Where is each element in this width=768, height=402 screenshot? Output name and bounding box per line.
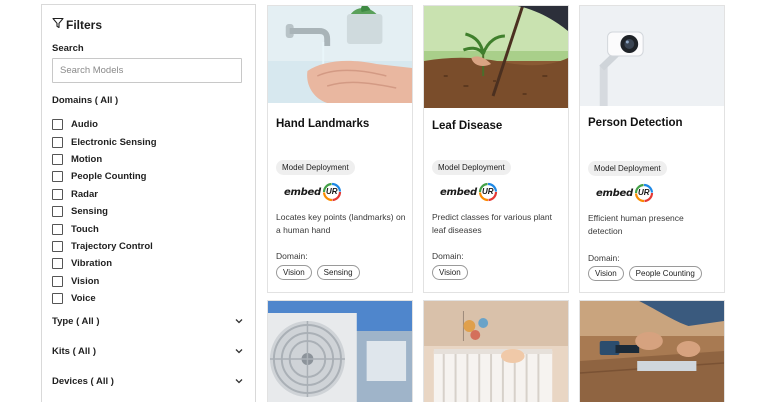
checkbox[interactable]	[52, 171, 63, 183]
card-image-power-tool	[580, 301, 724, 402]
checkbox[interactable]	[52, 119, 63, 131]
devices-filter-label: Devices ( All )	[52, 375, 114, 387]
card-description: Efficient human presence detection	[588, 213, 684, 236]
chevron-down-icon	[234, 376, 244, 386]
logo-ring-icon: UR	[478, 182, 498, 202]
card-image-security-camera	[580, 6, 724, 106]
domain-label: Domain:	[432, 251, 464, 261]
domain-filter-label: Radar	[71, 188, 98, 200]
domain-filter-list: Audio Electronic Sensing Motion People C…	[52, 116, 157, 307]
domain-filter-trajectory-control[interactable]: Trajectory Control	[52, 238, 157, 255]
domains-heading: Domains ( All )	[52, 95, 119, 106]
embedur-logo: embed UR	[440, 182, 498, 202]
domain-label: Domain:	[276, 251, 308, 261]
logo-wordmark: embed	[284, 186, 321, 198]
search-label: Search	[52, 43, 84, 54]
checkbox[interactable]	[52, 153, 63, 165]
deployment-tag: Model Deployment	[276, 160, 355, 175]
checkbox[interactable]	[52, 206, 63, 218]
filter-icon	[52, 17, 64, 32]
card-image-hands-washing	[268, 6, 412, 103]
domain-filter-label: Touch	[71, 223, 99, 235]
domain-filter-label: Vibration	[71, 258, 112, 270]
card-image-baby-crib	[424, 301, 568, 402]
checkbox[interactable]	[52, 136, 63, 148]
logo-ring-icon: UR	[634, 183, 654, 203]
model-card-person-detection[interactable]: Person Detection Model Deployment embed …	[579, 5, 725, 293]
embedur-logo: embed UR	[284, 182, 342, 202]
checkbox[interactable]	[52, 240, 63, 252]
domain-chip-vision[interactable]: Vision	[276, 265, 312, 280]
logo-wordmark: embed	[440, 186, 477, 198]
card-image-ac-unit	[268, 301, 412, 402]
kits-filter-toggle[interactable]: Kits ( All )	[52, 343, 244, 359]
deployment-tag: Model Deployment	[588, 161, 667, 176]
domain-label: Domain:	[588, 253, 620, 263]
checkbox[interactable]	[52, 275, 63, 287]
domain-chips: Vision	[432, 265, 468, 280]
card-description: Predict classes for various plant leaf d…	[432, 212, 552, 235]
domain-chip-vision[interactable]: Vision	[432, 265, 468, 280]
domain-filter-radar[interactable]: Radar	[52, 186, 157, 203]
checkbox[interactable]	[52, 258, 63, 270]
logo-mark-text: UR	[638, 188, 650, 197]
domain-filter-touch[interactable]: Touch	[52, 220, 157, 237]
model-card-tool-usage[interactable]	[579, 300, 725, 402]
domain-filter-label: People Counting	[71, 171, 147, 183]
domain-filter-label: Vision	[71, 275, 100, 287]
domain-filter-motion[interactable]: Motion	[52, 151, 157, 168]
domain-chip-vision[interactable]: Vision	[588, 266, 624, 281]
domain-filter-label: Electronic Sensing	[71, 136, 157, 148]
logo-wordmark: embed	[596, 187, 633, 199]
card-title[interactable]: Leaf Disease	[432, 120, 502, 132]
search-input[interactable]	[52, 58, 242, 83]
filters-title-text: Filters	[66, 17, 103, 32]
domain-filter-sensing[interactable]: Sensing	[52, 203, 157, 220]
deployment-tag: Model Deployment	[432, 160, 511, 175]
domain-chip-people-counting[interactable]: People Counting	[628, 266, 702, 281]
logo-mark-text: UR	[482, 187, 494, 196]
kits-filter-label: Kits ( All )	[52, 345, 96, 357]
type-filter-toggle[interactable]: Type ( All )	[52, 313, 244, 329]
logo-ring-icon: UR	[322, 182, 342, 202]
type-filter-label: Type ( All )	[52, 315, 100, 327]
domain-filter-label: Trajectory Control	[71, 240, 153, 252]
model-card-hand-landmarks[interactable]: Hand Landmarks Model Deployment embed UR…	[267, 5, 413, 293]
domain-filter-label: Voice	[71, 293, 96, 305]
checkbox[interactable]	[52, 188, 63, 200]
domain-filter-voice[interactable]: Voice	[52, 290, 157, 307]
filters-heading: Filters	[52, 17, 102, 32]
filters-sidebar: Filters Search Domains ( All ) Audio Ele…	[41, 4, 256, 402]
domain-chip-sensing[interactable]: Sensing	[316, 265, 360, 280]
domain-filter-vibration[interactable]: Vibration	[52, 255, 157, 272]
domain-filter-electronic-sensing[interactable]: Electronic Sensing	[52, 133, 157, 150]
model-card-leaf-disease[interactable]: Leaf Disease Model Deployment embed UR P…	[423, 5, 569, 293]
model-card-air-conditioner[interactable]	[267, 300, 413, 402]
model-card-baby-crib[interactable]	[423, 300, 569, 402]
chevron-down-icon	[234, 316, 244, 326]
domain-filter-people-counting[interactable]: People Counting	[52, 168, 157, 185]
devices-filter-toggle[interactable]: Devices ( All )	[52, 373, 244, 389]
domain-filter-audio[interactable]: Audio	[52, 116, 157, 133]
domain-filter-label: Motion	[71, 153, 103, 165]
logo-mark-text: UR	[326, 187, 338, 196]
domain-chips: Vision People Counting	[588, 266, 702, 281]
domain-filter-vision[interactable]: Vision	[52, 273, 157, 290]
card-description: Locates key points (landmarks) on a huma…	[276, 212, 406, 235]
checkbox[interactable]	[52, 223, 63, 235]
card-title[interactable]: Hand Landmarks	[276, 118, 369, 130]
card-image-planting	[424, 6, 568, 108]
checkbox[interactable]	[52, 293, 63, 305]
domain-filter-label: Sensing	[71, 206, 108, 218]
chevron-down-icon	[234, 346, 244, 356]
card-title[interactable]: Person Detection	[588, 117, 683, 129]
embedur-logo: embed UR	[596, 183, 654, 203]
domain-chips: Vision Sensing	[276, 265, 360, 280]
domain-filter-label: Audio	[71, 119, 98, 131]
